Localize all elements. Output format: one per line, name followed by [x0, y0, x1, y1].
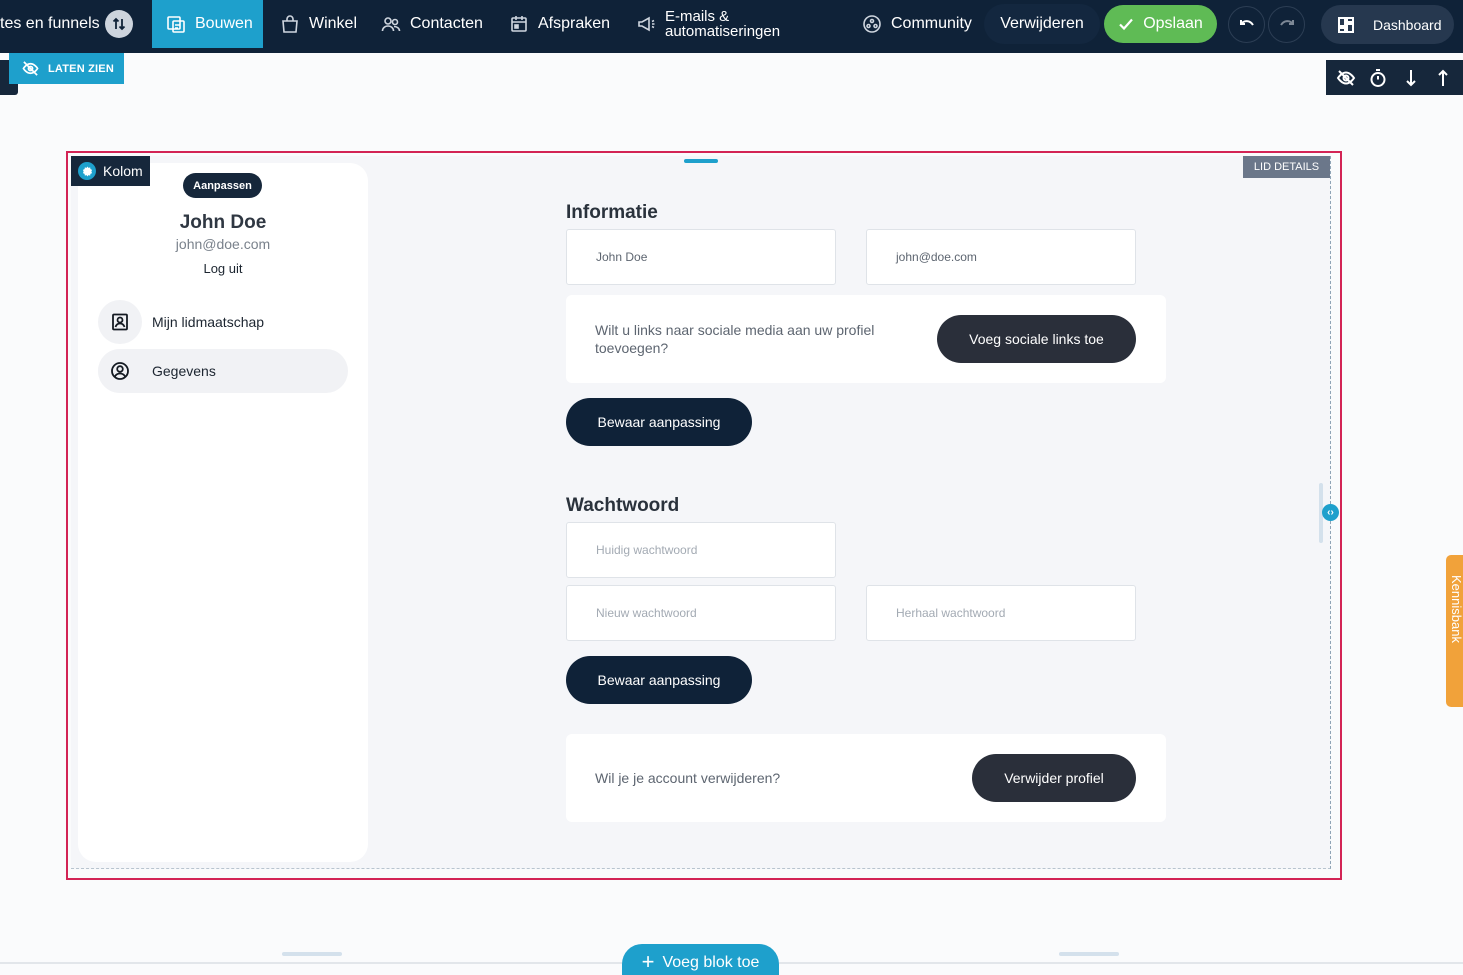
save-password-button[interactable]: Bewaar aanpassing [566, 656, 752, 704]
section-tools [1326, 60, 1463, 95]
dashboard-button[interactable]: Dashboard [1321, 5, 1454, 44]
nav-tab-contacten[interactable]: Contacten [381, 0, 483, 48]
sidebar-item-label: Gegevens [152, 363, 216, 379]
nav-tab-label: Afspraken [538, 15, 611, 32]
delete-account-prompt: Wil je je account verwijderen? [595, 770, 781, 786]
bottom-handle-right[interactable] [1059, 952, 1119, 956]
delete-account-panel: Wil je je account verwijderen? Verwijder… [566, 734, 1166, 822]
nav-tab-label: Winkel [309, 15, 358, 32]
user-circle-icon [98, 349, 142, 393]
section-top-handle[interactable] [684, 159, 718, 163]
add-block-label: Voeg blok toe [662, 954, 760, 971]
section-tag: LID DETAILS [1243, 156, 1330, 178]
timer-icon[interactable] [1368, 68, 1388, 88]
delete-button[interactable]: Verwijderen [984, 4, 1100, 44]
sidebar-item-label: Mijn lidmaatschap [152, 314, 265, 330]
dashboard-button-label: Dashboard [1373, 16, 1442, 33]
builder-icon [167, 16, 185, 33]
knowledge-base-label: Kennisbank [1449, 575, 1463, 643]
redo-button[interactable] [1268, 6, 1305, 43]
plus-icon: + [641, 949, 655, 974]
info-heading: Informatie [566, 202, 658, 223]
new-password-field[interactable] [566, 585, 836, 641]
add-social-links-button[interactable]: Voeg sociale links toe [937, 315, 1136, 363]
sidebar-item-membership[interactable]: Mijn lidmaatschap [98, 300, 348, 344]
top-navigation-bar: tes en funnels Bouwen Winkel Contacten A… [0, 0, 1463, 53]
save-info-button[interactable]: Bewaar aanpassing [566, 398, 752, 446]
calendar-icon [511, 16, 527, 32]
community-icon [863, 15, 881, 33]
social-links-prompt: Wilt u links naar sociale media aan uw p… [595, 322, 875, 356]
nav-tab-label: E-mails & [665, 8, 730, 25]
undo-button[interactable] [1228, 6, 1265, 43]
show-hidden-label: LATEN ZIEN [48, 62, 114, 75]
add-block-button[interactable]: + Voeg blok toe [622, 944, 779, 975]
nav-tab-bouwen[interactable]: Bouwen [152, 0, 263, 48]
social-links-panel: Wilt u links naar sociale media aan uw p… [566, 295, 1166, 383]
sidebar-item-details[interactable]: Gegevens [98, 349, 348, 393]
megaphone-icon [638, 16, 655, 32]
dashboard-icon [1338, 16, 1354, 33]
save-button-label: Opslaan [1143, 15, 1203, 32]
undo-icon [1239, 19, 1254, 26]
nav-sites-funnels[interactable]: tes en funnels [0, 0, 100, 48]
checkmark-icon [1119, 18, 1134, 31]
column-label[interactable]: Kolom [71, 156, 150, 186]
nav-funnels-label: tes en funnels [0, 15, 100, 32]
gear-icon [78, 162, 96, 180]
password-heading: Wachtwoord [566, 495, 680, 516]
delete-profile-button[interactable]: Verwijder profiel [972, 754, 1136, 802]
user-name: John Doe [179, 212, 267, 233]
contacts-icon [381, 17, 401, 32]
nav-tab-label-line2: automatiseringen [665, 23, 781, 40]
user-email: john@doe.com [175, 236, 271, 252]
switch-arrows-icon[interactable] [105, 10, 133, 38]
name-field[interactable]: John Doe [566, 229, 836, 285]
show-hidden-button[interactable]: LATEN ZIEN [9, 53, 124, 84]
save-button[interactable]: Opslaan [1104, 5, 1217, 43]
resize-arrows-icon[interactable]: ‹› [1322, 504, 1339, 521]
member-card-icon [98, 300, 142, 344]
logout-link[interactable]: Log uit [78, 261, 368, 276]
nav-tab-label: Bouwen [195, 15, 253, 32]
shopping-bag-icon [282, 15, 298, 33]
repeat-password-field[interactable] [866, 585, 1136, 641]
nav-tab-label: Community [891, 15, 972, 32]
move-down-icon[interactable] [1401, 68, 1421, 88]
edit-profile-button[interactable]: Aanpassen [183, 173, 262, 198]
nav-tab-emails[interactable]: E-mails & automatiseringen [636, 0, 780, 48]
eye-off-icon [22, 61, 39, 76]
current-password-field[interactable] [566, 522, 836, 578]
column-label-text: Kolom [103, 163, 143, 179]
nav-tab-winkel[interactable]: Winkel [280, 0, 357, 48]
redo-icon [1279, 19, 1294, 26]
nav-tab-label: Contacten [410, 15, 483, 32]
bottom-handle-left[interactable] [282, 952, 342, 956]
move-up-icon[interactable] [1433, 68, 1453, 88]
email-field[interactable]: john@doe.com [866, 229, 1136, 285]
nav-tab-community[interactable]: Community [862, 0, 972, 48]
hide-icon[interactable] [1336, 68, 1356, 88]
nav-tab-afspraken[interactable]: Afspraken [509, 0, 610, 48]
